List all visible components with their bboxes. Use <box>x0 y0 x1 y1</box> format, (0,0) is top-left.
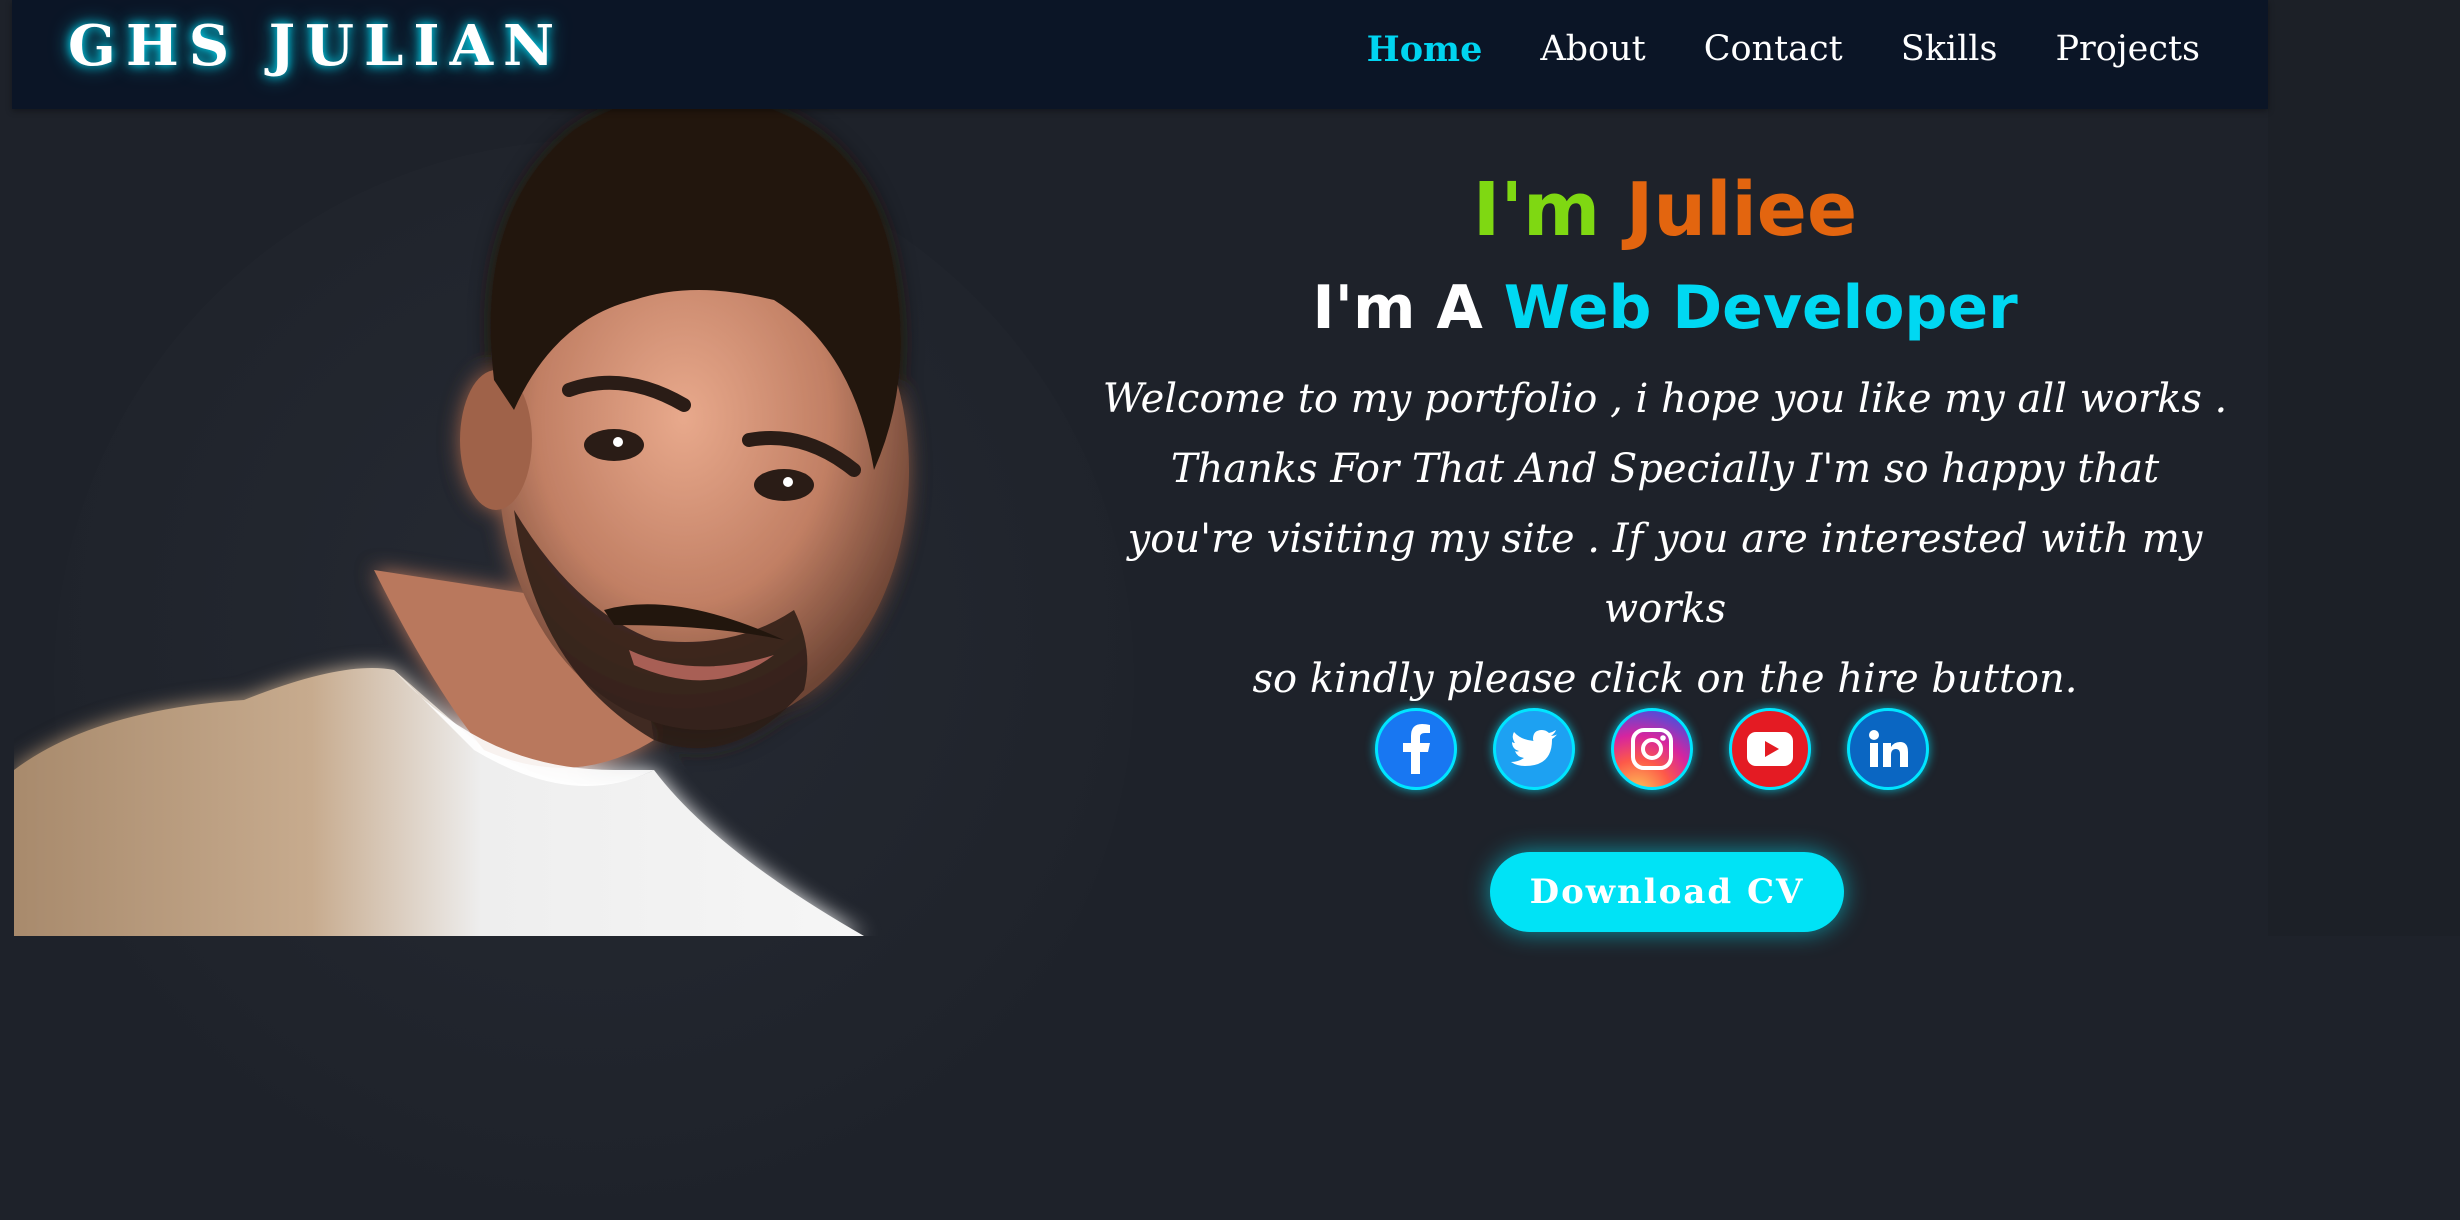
role-title: Web Developer <box>1503 273 2018 343</box>
role-prefix: I'm A <box>1312 273 1483 343</box>
instagram-icon <box>1631 728 1673 770</box>
facebook-link[interactable] <box>1375 708 1457 790</box>
profile-photo <box>14 50 1134 1220</box>
nav-contact-link[interactable]: Contact <box>1704 29 1843 69</box>
intro-line: Thanks For That And Specially I'm so hap… <box>1170 446 2160 492</box>
profile-portrait-illustration <box>14 94 909 936</box>
site-logo[interactable]: GHS JULIAN <box>68 8 564 84</box>
greeting-prefix: I'm <box>1472 167 1601 253</box>
nav-about-link[interactable]: About <box>1540 29 1645 69</box>
intro-line: Welcome to my portfolio , i hope you lik… <box>1102 376 2228 422</box>
page-right-margin <box>2268 0 2460 936</box>
twitter-icon <box>1511 730 1557 766</box>
navbar: GHS JULIAN Home About Contact Skills Pro… <box>12 0 2268 109</box>
hero-intro: Welcome to my portfolio , i hope you lik… <box>1100 364 2230 714</box>
download-cv-button[interactable]: Download CV <box>1490 852 1844 932</box>
hero-name: Juliee <box>1625 167 1858 253</box>
youtube-link[interactable] <box>1729 708 1811 790</box>
instagram-link[interactable] <box>1611 708 1693 790</box>
hero-greeting: I'm Juliee <box>1100 160 2230 260</box>
hero-role: I'm A Web Developer <box>1100 260 2230 356</box>
nav-skills-link[interactable]: Skills <box>1901 29 1998 69</box>
nav-projects-link[interactable]: Projects <box>2055 29 2200 69</box>
intro-line: so kindly please click on the hire butto… <box>1252 656 2078 702</box>
nav-menu: Home About Contact Skills Projects <box>1367 14 2200 84</box>
nav-home-link[interactable]: Home <box>1367 29 1483 70</box>
facebook-icon <box>1403 724 1430 774</box>
intro-line: you're visiting my site . If you are int… <box>1127 516 2203 632</box>
linkedin-link[interactable] <box>1847 708 1929 790</box>
twitter-link[interactable] <box>1493 708 1575 790</box>
social-links <box>1375 708 1929 790</box>
youtube-icon <box>1747 732 1793 766</box>
linkedin-icon <box>1869 730 1908 767</box>
hero-section: I'm Juliee I'm A Web Developer Welcome t… <box>1100 150 2230 714</box>
